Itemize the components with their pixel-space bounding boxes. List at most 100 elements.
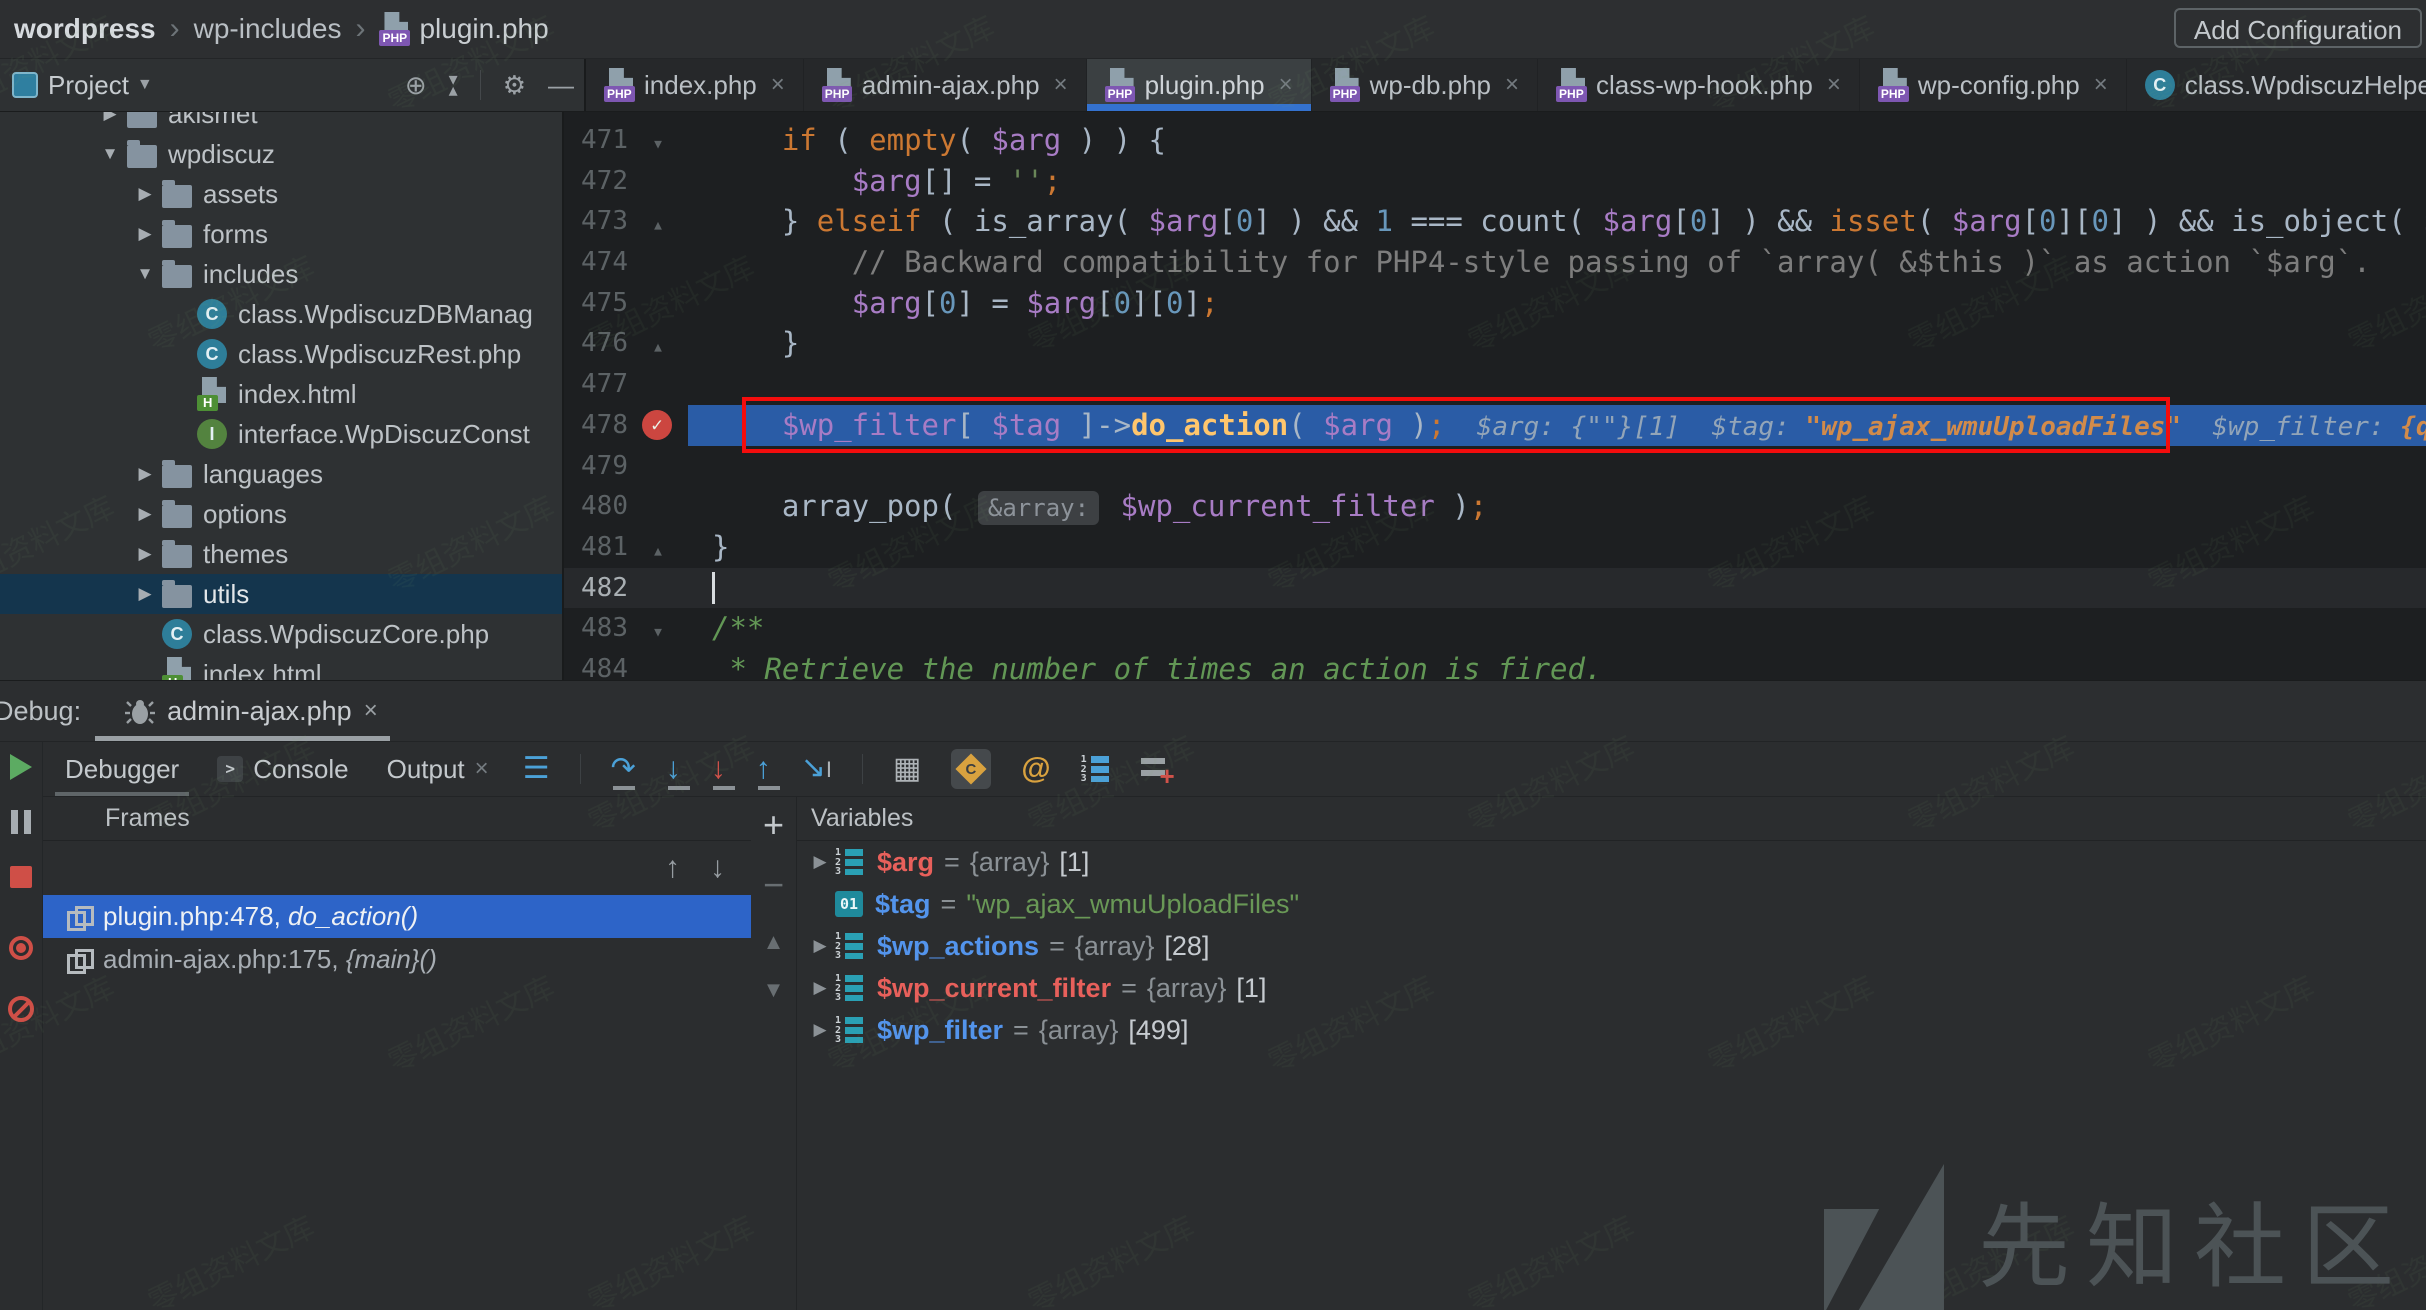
editor-tab-wp-config.php[interactable]: wp-config.php×: [1860, 59, 2127, 111]
resume-program-icon[interactable]: [10, 754, 32, 780]
tree-item-utils[interactable]: ▶utils: [0, 574, 562, 614]
code-line-484[interactable]: 484 * Retrieve the number of times an ac…: [564, 649, 2426, 680]
tree-expand-icon[interactable]: ▶: [128, 504, 162, 524]
tree-item-class.WpdiscuzCore.php[interactable]: class.WpdiscuzCore.php: [0, 614, 562, 654]
code-line-480[interactable]: 480 array_pop( &array: $wp_current_filte…: [564, 486, 2426, 527]
close-icon[interactable]: ×: [475, 755, 489, 783]
move-down-icon[interactable]: ▼: [763, 977, 785, 1003]
tree-item-interface.WpDiscuzConst[interactable]: interface.WpDiscuzConst: [0, 414, 562, 454]
tab-output[interactable]: Output×: [383, 742, 493, 796]
gutter-cell[interactable]: [628, 283, 688, 324]
code-line-477[interactable]: 477: [564, 364, 2426, 405]
close-icon[interactable]: ×: [2094, 71, 2108, 99]
tree-expand-icon[interactable]: ▶: [128, 584, 162, 604]
tree-expand-icon[interactable]: ▼: [93, 144, 127, 164]
close-icon[interactable]: ×: [364, 697, 378, 725]
project-tree-panel[interactable]: ▶akismet▼wpdiscuz▶assets▶forms▼includesc…: [0, 112, 564, 680]
debug-session-tab[interactable]: admin-ajax.php ×: [125, 681, 378, 741]
expand-icon[interactable]: ▶: [805, 852, 835, 872]
code-line-472[interactable]: 472 $arg[] = '';: [564, 161, 2426, 202]
tree-item-forms[interactable]: ▶forms: [0, 214, 562, 254]
gutter-cell[interactable]: ▾: [628, 608, 688, 649]
tree-item-assets[interactable]: ▶assets: [0, 174, 562, 214]
add-icon[interactable]: +: [763, 807, 784, 843]
variable-row-$wp_filter[interactable]: ▶$wp_filter={array}[499]: [797, 1009, 2426, 1051]
expand-icon[interactable]: ▶: [805, 936, 835, 956]
gutter-cell[interactable]: [628, 486, 688, 527]
tree-expand-icon[interactable]: ▶: [128, 184, 162, 204]
tree-item-themes[interactable]: ▶themes: [0, 534, 562, 574]
pause-program-icon[interactable]: [11, 810, 31, 834]
view-breakpoints-icon[interactable]: [9, 936, 33, 960]
variable-row-$wp_actions[interactable]: ▶$wp_actions={array}[28]: [797, 925, 2426, 967]
next-frame-icon[interactable]: ↓: [710, 851, 725, 885]
gutter-cell[interactable]: [628, 161, 688, 202]
code-line-483[interactable]: 483▾/**: [564, 608, 2426, 649]
close-icon[interactable]: ×: [1827, 71, 1841, 99]
tree-item-class.WpdiscuzRest.php[interactable]: class.WpdiscuzRest.php: [0, 334, 562, 374]
tree-item-includes[interactable]: ▼includes: [0, 254, 562, 294]
step-out-icon[interactable]: ↑: [756, 754, 771, 784]
hide-panel-icon[interactable]: —: [548, 72, 574, 98]
editor-tab-admin-ajax.php[interactable]: admin-ajax.php×: [804, 59, 1087, 111]
force-step-into-icon[interactable]: ↓: [711, 754, 726, 784]
close-icon[interactable]: ×: [1505, 71, 1519, 99]
gutter-cell[interactable]: [628, 568, 688, 609]
step-over-icon[interactable]: ↷: [611, 754, 636, 784]
code-line-482[interactable]: 482: [564, 568, 2426, 609]
gutter-cell[interactable]: ▴: [628, 201, 688, 242]
variable-row-$arg[interactable]: ▶$arg={array}[1]: [797, 841, 2426, 883]
gear-icon[interactable]: ⚙: [503, 72, 526, 98]
close-icon[interactable]: ×: [1279, 71, 1293, 99]
remove-icon[interactable]: −: [763, 867, 784, 903]
code-line-479[interactable]: 479: [564, 446, 2426, 487]
gutter-cell[interactable]: ✓: [628, 405, 688, 446]
editor-tab-plugin.php[interactable]: plugin.php×: [1087, 59, 1312, 111]
code-line-481[interactable]: 481▴}: [564, 527, 2426, 568]
close-icon[interactable]: ×: [771, 71, 785, 99]
gutter-cell[interactable]: [628, 649, 688, 680]
tree-expand-icon[interactable]: ▶: [93, 112, 127, 124]
gutter-cell[interactable]: [628, 446, 688, 487]
evaluate-expression-icon[interactable]: ▦: [893, 754, 921, 784]
tree-expand-icon[interactable]: ▶: [128, 224, 162, 244]
tree-item-languages[interactable]: ▶languages: [0, 454, 562, 494]
php-console-icon[interactable]: C: [951, 749, 991, 789]
gutter-cell[interactable]: ▾: [628, 120, 688, 161]
code-line-478[interactable]: 478✓ $wp_filter[ $tag ]->do_action( $arg…: [564, 405, 2426, 446]
code-editor[interactable]: 471▾ if ( empty( $arg ) ) {472 $arg[] = …: [564, 112, 2426, 680]
gutter-cell[interactable]: ▴: [628, 323, 688, 364]
breadcrumb-item[interactable]: wp-includes: [194, 13, 342, 45]
show-values-icon[interactable]: @: [1021, 752, 1050, 786]
tree-item-index.html[interactable]: index.html: [0, 654, 562, 680]
breadcrumb-item[interactable]: wordpress: [14, 13, 156, 45]
expand-icon[interactable]: ▶: [805, 978, 835, 998]
gutter-cell[interactable]: [628, 242, 688, 283]
editor-tab-class-wp-hook.php[interactable]: class-wp-hook.php×: [1538, 59, 1860, 111]
add-watch-icon[interactable]: [1141, 755, 1171, 783]
tree-expand-icon[interactable]: ▼: [128, 264, 162, 284]
editor-tab-class.WpdiscuzHelperUpload.ph[interactable]: class.WpdiscuzHelperUpload.ph×: [2127, 59, 2426, 111]
tree-expand-icon[interactable]: ▶: [128, 464, 162, 484]
tree-item-options[interactable]: ▶options: [0, 494, 562, 534]
gutter-cell[interactable]: ▴: [628, 527, 688, 568]
code-line-476[interactable]: 476▴ }: [564, 323, 2426, 364]
expand-icon[interactable]: ▶: [805, 1020, 835, 1040]
stop-icon[interactable]: [10, 866, 32, 888]
move-up-icon[interactable]: ▲: [763, 929, 785, 955]
close-icon[interactable]: ×: [1054, 71, 1068, 99]
code-line-475[interactable]: 475 $arg[0] = $arg[0][0];: [564, 283, 2426, 324]
add-configuration-button[interactable]: Add Configuration: [2174, 8, 2422, 48]
frame-row[interactable]: plugin.php:478, do_action(): [43, 895, 751, 938]
gutter-cell[interactable]: [628, 364, 688, 405]
tree-item-class.WpdiscuzDBManag[interactable]: class.WpdiscuzDBManag: [0, 294, 562, 334]
tab-debugger[interactable]: Debugger: [61, 742, 183, 796]
chevron-down-icon[interactable]: ▼: [137, 76, 153, 94]
tree-item-index.html[interactable]: index.html: [0, 374, 562, 414]
run-to-cursor-icon[interactable]: ↘I: [801, 753, 832, 785]
tree-item-akismet[interactable]: ▶akismet: [0, 112, 562, 134]
project-panel-title[interactable]: Project: [48, 70, 129, 101]
editor-tab-wp-db.php[interactable]: wp-db.php×: [1312, 59, 1538, 111]
previous-frame-icon[interactable]: ↑: [665, 851, 680, 885]
breakpoint-icon[interactable]: ✓: [642, 410, 672, 440]
